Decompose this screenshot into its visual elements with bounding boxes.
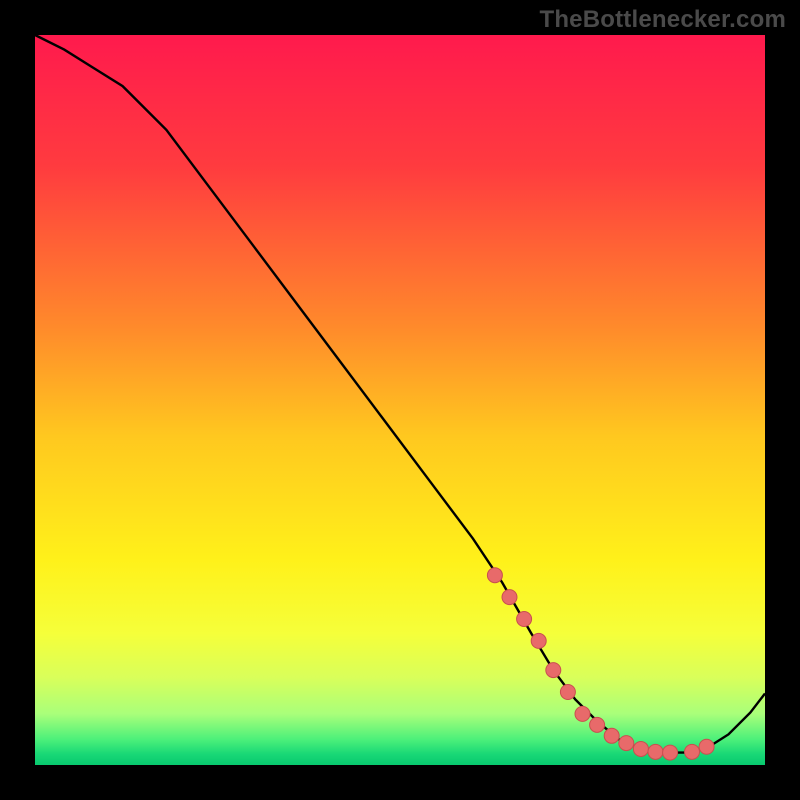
marker-dot <box>487 568 502 583</box>
marker-dot <box>560 685 575 700</box>
marker-dot <box>619 736 634 751</box>
marker-dot <box>648 744 663 759</box>
gradient-background <box>35 35 765 765</box>
marker-dot <box>604 728 619 743</box>
marker-dot <box>517 612 532 627</box>
marker-dot <box>590 717 605 732</box>
marker-dot <box>531 633 546 648</box>
marker-dot <box>685 744 700 759</box>
marker-dot <box>502 590 517 605</box>
chart-frame: TheBottlenecker.com <box>0 0 800 800</box>
marker-dot <box>575 706 590 721</box>
marker-dot <box>633 741 648 756</box>
marker-dot <box>699 739 714 754</box>
marker-dot <box>546 663 561 678</box>
plot-svg <box>0 0 800 800</box>
marker-dot <box>663 745 678 760</box>
